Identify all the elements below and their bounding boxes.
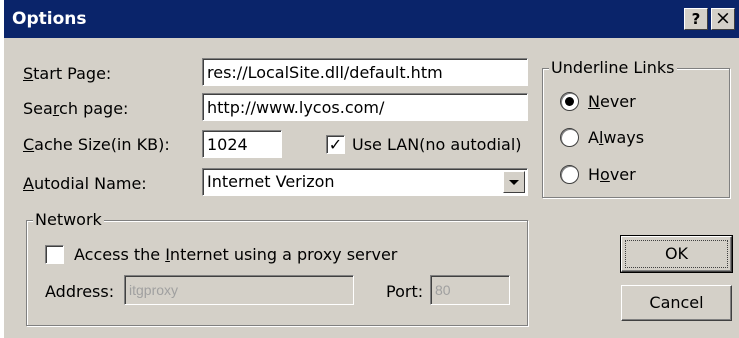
window-title: Options <box>12 9 87 29</box>
radio-always[interactable] <box>560 128 579 147</box>
label-text: ways <box>603 128 645 147</box>
autodial-name-label: Autodial Name: <box>23 174 147 193</box>
search-page-input[interactable] <box>202 93 528 121</box>
label-text: A <box>588 128 599 147</box>
radio-hover-label: Hover <box>588 165 636 184</box>
radio-never[interactable] <box>560 92 579 111</box>
help-button[interactable]: ? <box>684 8 708 30</box>
label-text: ever <box>599 92 636 111</box>
close-button[interactable]: × <box>711 8 735 30</box>
chevron-down-icon[interactable] <box>503 171 525 193</box>
accelerator-key: A <box>23 174 34 193</box>
accelerator-key: C <box>23 135 35 154</box>
radio-hover[interactable] <box>560 165 579 184</box>
network-group-title: Network <box>33 210 104 229</box>
radio-always-label: Always <box>588 128 644 147</box>
port-label: Port: <box>386 282 424 301</box>
accelerator-key: N <box>588 92 600 111</box>
use-lan-label: Use LAN(no autodial) <box>352 135 522 154</box>
autodial-name-select[interactable]: Internet Verizon <box>202 168 528 196</box>
cache-size-input[interactable] <box>202 130 282 158</box>
start-page-input[interactable] <box>202 58 528 86</box>
label-text: Access the <box>74 245 166 264</box>
options-dialog: Options ? × Start Page: Search page: Cac… <box>2 0 739 338</box>
underline-links-title: Underline Links <box>549 58 677 77</box>
address-label: Address: <box>45 282 115 301</box>
accelerator-key: o <box>600 165 610 184</box>
search-page-label: Search page: <box>23 99 128 118</box>
accelerator-key: S <box>23 64 34 83</box>
radio-never-label: Never <box>588 92 636 111</box>
proxy-checkbox[interactable] <box>45 245 64 264</box>
label-text: ver <box>609 165 636 184</box>
autodial-selected-value: Internet Verizon <box>207 172 335 191</box>
proxy-port-input[interactable] <box>430 275 510 305</box>
title-bar[interactable]: Options ? × <box>4 0 739 38</box>
label-text: Sea <box>23 99 53 118</box>
proxy-label: Access the Internet using a proxy server <box>74 245 397 264</box>
network-group: Network <box>26 210 528 326</box>
use-lan-checkbox[interactable]: ✓ <box>326 135 345 154</box>
cache-size-label: Cache Size(in KB): <box>23 135 170 154</box>
start-page-label: Start Page: <box>23 64 111 83</box>
proxy-address-input[interactable] <box>124 275 354 305</box>
ok-button[interactable]: OK <box>620 235 733 273</box>
label-text: ache Size(in KB): <box>34 135 170 154</box>
label-text: tart Page: <box>33 64 112 83</box>
label-text: nternet using a proxy server <box>169 245 398 264</box>
label-text: ch page: <box>59 99 129 118</box>
label-text: utodial Name: <box>33 174 147 193</box>
cancel-button[interactable]: Cancel <box>621 285 732 321</box>
label-text: H <box>588 165 601 184</box>
